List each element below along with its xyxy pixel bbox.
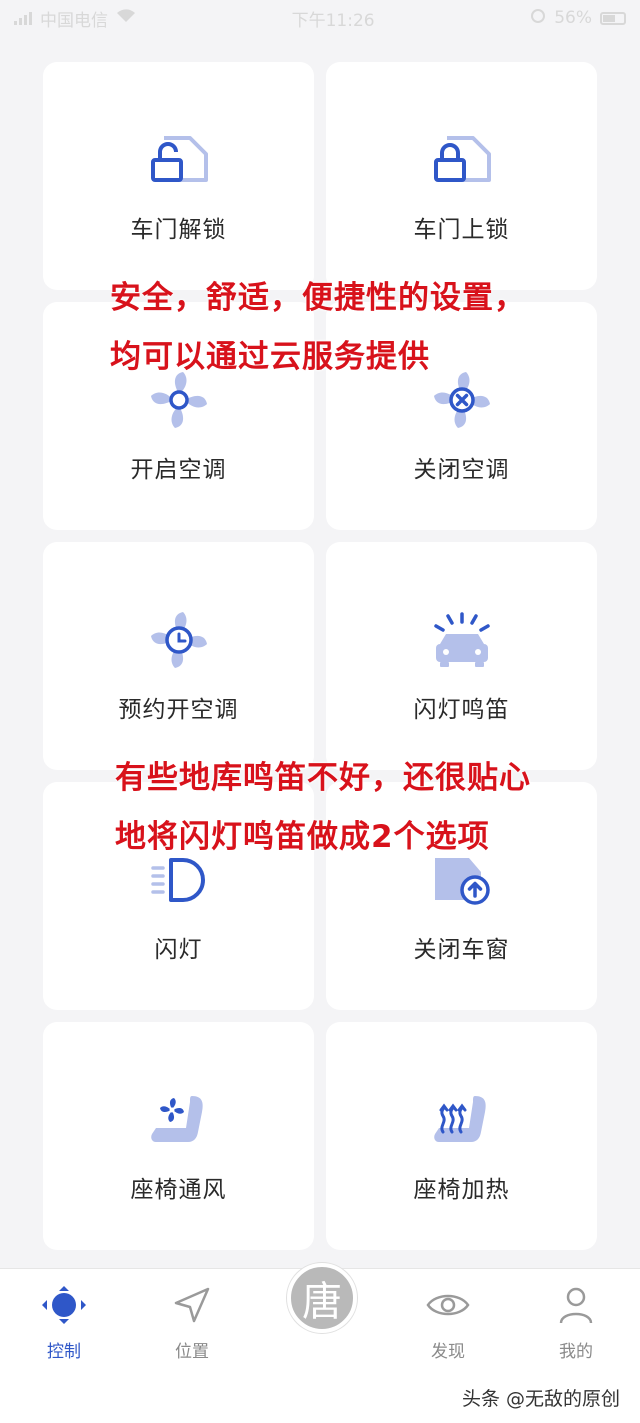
fan-off-icon: [430, 372, 494, 428]
annotation-line-4: 地将闪灯鸣笛做成2个选项: [115, 819, 490, 855]
eye-icon: [426, 1285, 470, 1329]
seat-vent-button[interactable]: 座椅通风: [43, 1022, 314, 1250]
tab-label: 位置: [175, 1342, 209, 1362]
control-label: 车门解锁: [130, 217, 227, 243]
annotation-line-2: 均可以通过云服务提供: [110, 339, 430, 375]
ac-schedule-button[interactable]: 预约开空调: [43, 542, 314, 770]
control-label: 座椅加热: [413, 1177, 510, 1203]
battery-percent: 56%: [554, 8, 592, 28]
control-label: 关闭车窗: [413, 937, 510, 963]
tab-mine[interactable]: 我的: [531, 1285, 621, 1362]
door-unlock-button[interactable]: 车门解锁: [43, 62, 314, 290]
location-arrow-icon: [172, 1285, 212, 1329]
control-label: 闪灯鸣笛: [413, 697, 510, 723]
tab-label: 发现: [431, 1342, 465, 1362]
battery-icon: [599, 11, 626, 25]
watermark: 头条 @无敌的原创: [461, 1388, 620, 1410]
annotation-line-3: 有些地库鸣笛不好，还很贴心: [115, 760, 531, 796]
seat-heat-icon: [430, 1092, 494, 1148]
control-label: 车门上锁: [413, 217, 510, 243]
control-dpad-icon: [41, 1285, 87, 1329]
carrier-name: 中国电信: [40, 10, 108, 31]
seat-heat-button[interactable]: 座椅加热: [326, 1022, 597, 1250]
control-grid: 车门解锁 车门上锁 开启空调 关闭空调 预约开空调 闪灯鸣笛 闪灯 关闭车窗 座…: [43, 62, 597, 1250]
status-time: 下午11:26: [291, 10, 375, 31]
control-label: 开启空调: [130, 457, 227, 483]
door-lock-icon: [430, 132, 494, 188]
status-bar: 中国电信 下午11:26 56%: [0, 0, 640, 36]
seat-vent-icon: [147, 1092, 211, 1148]
center-brand-button[interactable]: 唐: [287, 1263, 357, 1333]
car-flash-icon: [430, 612, 494, 668]
tab-location[interactable]: 位置: [147, 1285, 237, 1362]
tab-control[interactable]: 控制: [19, 1285, 109, 1362]
door-unlock-icon: [147, 132, 211, 188]
fan-icon: [147, 372, 211, 428]
control-label: 关闭空调: [413, 457, 510, 483]
wifi-icon: [116, 8, 136, 28]
headlight-icon: [147, 852, 211, 908]
fan-clock-icon: [147, 612, 211, 668]
window-close-icon: [430, 852, 494, 908]
door-lock-button[interactable]: 车门上锁: [326, 62, 597, 290]
tab-discover[interactable]: 发现: [403, 1285, 493, 1362]
control-label: 预约开空调: [118, 697, 239, 723]
alarm-icon: [530, 8, 546, 29]
status-right: 56%: [530, 8, 626, 29]
control-label: 座椅通风: [130, 1177, 227, 1203]
tab-label: 控制: [47, 1342, 81, 1362]
status-left: 中国电信: [14, 6, 136, 31]
flash-honk-button[interactable]: 闪灯鸣笛: [326, 542, 597, 770]
annotation-line-1: 安全，舒适，便捷性的设置，: [110, 280, 526, 316]
signal-icon: [14, 11, 32, 25]
person-icon: [556, 1285, 596, 1329]
tab-label: 我的: [559, 1342, 593, 1362]
control-label: 闪灯: [154, 937, 203, 963]
